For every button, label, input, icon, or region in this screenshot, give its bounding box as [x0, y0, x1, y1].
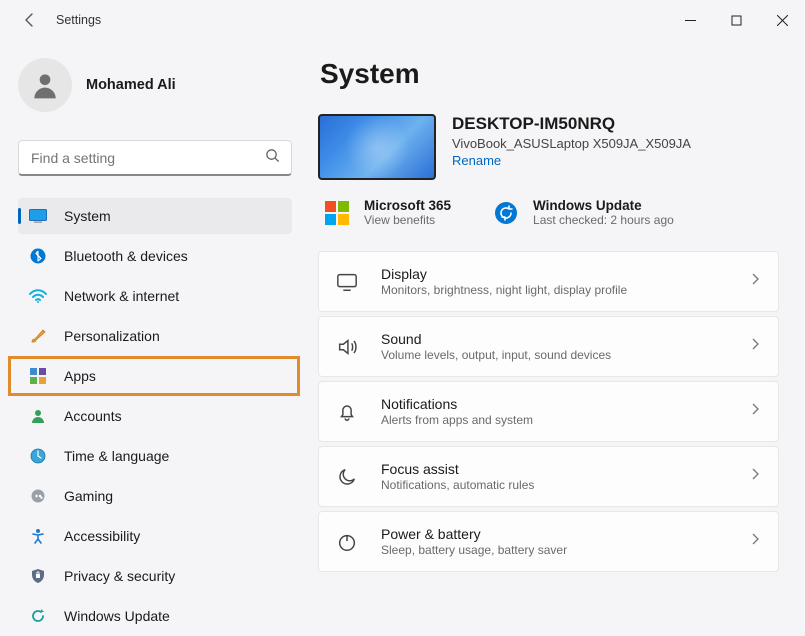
- card-sub: Volume levels, output, input, sound devi…: [381, 348, 730, 362]
- nav-label: System: [64, 208, 111, 224]
- promo-sub: View benefits: [364, 213, 451, 227]
- card-title: Sound: [381, 331, 730, 347]
- chevron-right-icon: [750, 532, 760, 551]
- sound-icon: [333, 333, 361, 361]
- card-title: Notifications: [381, 396, 730, 412]
- rename-link[interactable]: Rename: [452, 153, 691, 168]
- bell-icon: [333, 398, 361, 426]
- microsoft-logo-icon: [324, 200, 350, 226]
- nav-label: Apps: [64, 368, 96, 384]
- nav-gaming[interactable]: Gaming: [18, 478, 292, 514]
- person-icon: [28, 406, 48, 426]
- titlebar: Settings: [0, 0, 805, 40]
- chevron-right-icon: [750, 467, 760, 486]
- nav-network[interactable]: Network & internet: [18, 278, 292, 314]
- power-icon: [333, 528, 361, 556]
- card-title: Focus assist: [381, 461, 730, 477]
- nav-apps[interactable]: Apps: [10, 358, 298, 394]
- nav-label: Accounts: [64, 408, 122, 424]
- search-input[interactable]: [18, 140, 292, 176]
- promo-windows-update[interactable]: Windows Update Last checked: 2 hours ago: [493, 198, 674, 227]
- nav-bluetooth[interactable]: Bluetooth & devices: [18, 238, 292, 274]
- search-box[interactable]: [18, 140, 292, 176]
- moon-icon: [333, 463, 361, 491]
- promo-row: Microsoft 365 View benefits Windows Upda…: [318, 198, 779, 227]
- device-block: DESKTOP-IM50NRQ VivoBook_ASUSLaptop X509…: [318, 114, 779, 180]
- system-icon: [28, 206, 48, 226]
- nav-label: Accessibility: [64, 528, 140, 544]
- nav-label: Personalization: [64, 328, 160, 344]
- promo-microsoft365[interactable]: Microsoft 365 View benefits: [324, 198, 451, 227]
- nav-accounts[interactable]: Accounts: [18, 398, 292, 434]
- card-display[interactable]: Display Monitors, brightness, night ligh…: [318, 251, 779, 312]
- gaming-icon: [28, 486, 48, 506]
- profile-block[interactable]: Mohamed Ali: [18, 58, 292, 112]
- apps-icon: [28, 366, 48, 386]
- promo-title: Microsoft 365: [364, 198, 451, 213]
- main-content: System DESKTOP-IM50NRQ VivoBook_ASUSLapt…: [310, 40, 805, 636]
- page-title: System: [320, 58, 779, 90]
- nav-label: Network & internet: [64, 288, 179, 304]
- nav-list: System Bluetooth & devices Network & int…: [18, 198, 292, 634]
- chevron-right-icon: [750, 337, 760, 356]
- close-button[interactable]: [759, 0, 805, 40]
- accessibility-icon: [28, 526, 48, 546]
- nav-windows-update[interactable]: Windows Update: [18, 598, 292, 634]
- shield-icon: [28, 566, 48, 586]
- card-sub: Monitors, brightness, night light, displ…: [381, 283, 730, 297]
- clock-globe-icon: [28, 446, 48, 466]
- brush-icon: [28, 326, 48, 346]
- device-model: VivoBook_ASUSLaptop X509JA_X509JA: [452, 136, 691, 151]
- chevron-right-icon: [750, 402, 760, 421]
- window-title: Settings: [56, 13, 101, 27]
- bluetooth-icon: [28, 246, 48, 266]
- search-icon: [265, 148, 280, 168]
- profile-name: Mohamed Ali: [86, 77, 176, 93]
- update-icon: [28, 606, 48, 626]
- card-title: Power & battery: [381, 526, 730, 542]
- card-sub: Sleep, battery usage, battery saver: [381, 543, 730, 557]
- device-name: DESKTOP-IM50NRQ: [452, 114, 691, 134]
- wifi-icon: [28, 286, 48, 306]
- card-sound[interactable]: Sound Volume levels, output, input, soun…: [318, 316, 779, 377]
- chevron-right-icon: [750, 272, 760, 291]
- minimize-button[interactable]: [667, 0, 713, 40]
- device-wallpaper: [318, 114, 436, 180]
- display-icon: [333, 268, 361, 296]
- maximize-button[interactable]: [713, 0, 759, 40]
- card-sub: Alerts from apps and system: [381, 413, 730, 427]
- card-sub: Notifications, automatic rules: [381, 478, 730, 492]
- update-sync-icon: [493, 200, 519, 226]
- promo-sub: Last checked: 2 hours ago: [533, 213, 674, 227]
- nav-time[interactable]: Time & language: [18, 438, 292, 474]
- nav-accessibility[interactable]: Accessibility: [18, 518, 292, 554]
- nav-label: Bluetooth & devices: [64, 248, 188, 264]
- sidebar: Mohamed Ali System Bluetooth & devices N…: [0, 40, 310, 636]
- nav-label: Privacy & security: [64, 568, 175, 584]
- promo-title: Windows Update: [533, 198, 674, 213]
- nav-privacy[interactable]: Privacy & security: [18, 558, 292, 594]
- card-title: Display: [381, 266, 730, 282]
- back-button[interactable]: [18, 8, 42, 32]
- avatar: [18, 58, 72, 112]
- card-focus-assist[interactable]: Focus assist Notifications, automatic ru…: [318, 446, 779, 507]
- nav-label: Time & language: [64, 448, 169, 464]
- card-power-battery[interactable]: Power & battery Sleep, battery usage, ba…: [318, 511, 779, 572]
- nav-label: Windows Update: [64, 608, 170, 624]
- nav-label: Gaming: [64, 488, 113, 504]
- nav-system[interactable]: System: [18, 198, 292, 234]
- card-notifications[interactable]: Notifications Alerts from apps and syste…: [318, 381, 779, 442]
- nav-personalization[interactable]: Personalization: [18, 318, 292, 354]
